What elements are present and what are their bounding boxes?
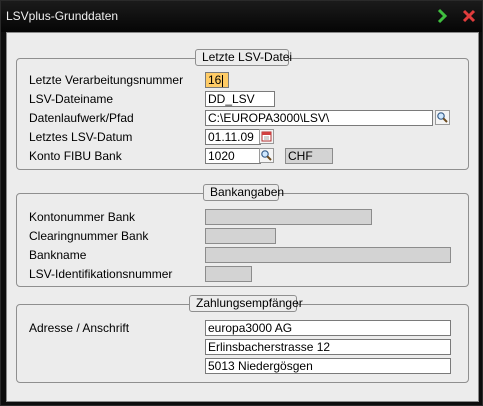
magnifier-icon[interactable] [435, 110, 450, 125]
adresse-zeile3-field[interactable]: 5013 Niedergösgen [205, 358, 451, 374]
label-kontonummer: Kontonummer Bank [29, 210, 136, 224]
clearing-field[interactable] [205, 228, 276, 244]
pfad-field[interactable]: C:\EUROPA3000\LSV\ [205, 110, 433, 126]
waehrung-field: CHF [285, 148, 333, 164]
group-legend-letzte-lsv-datei: Letzte LSV-Datei [195, 49, 292, 66]
adresse-zeile1-field[interactable]: europa3000 AG [205, 320, 451, 336]
window-title: LSVplus-Grunddaten [6, 9, 119, 23]
label-pfad: Datenlaufwerk/Pfad [29, 111, 134, 125]
dialog-window: LSVplus-Grunddaten Letzte LSV-Datei Letz… [0, 0, 483, 406]
adresse-zeile2-field[interactable]: Erlinsbacherstrasse 12 [205, 339, 451, 355]
title-bar[interactable]: LSVplus-Grunddaten [1, 1, 482, 32]
datum-field[interactable]: 01.11.09 [205, 129, 261, 145]
label-lsv-id: LSV-Identifikationsnummer [29, 267, 173, 281]
magnifier-icon[interactable] [259, 148, 274, 163]
group-legend-zahlungsempfaenger: Zahlungsempfänger [189, 295, 303, 312]
label-bankname: Bankname [29, 248, 87, 262]
label-clearing: Clearingnummer Bank [29, 229, 149, 243]
kontonummer-field[interactable] [205, 209, 372, 225]
dateiname-field[interactable]: DD_LSV [205, 91, 275, 107]
label-dateiname: LSV-Dateiname [29, 92, 114, 106]
konto-field[interactable]: 1020 [205, 148, 261, 164]
bankname-field[interactable] [205, 247, 451, 263]
label-datum: Letztes LSV-Datum [29, 130, 133, 144]
text-caret [222, 74, 224, 87]
dialog-content: Letzte LSV-Datei Letzte Verarbeitungsnum… [6, 32, 479, 402]
group-legend-bankangaben: Bankangaben [203, 184, 284, 201]
close-icon[interactable] [460, 7, 478, 25]
lsv-id-field[interactable] [205, 266, 252, 282]
label-verarbeitungsnummer: Letzte Verarbeitungsnummer [29, 73, 184, 87]
chevron-right-icon[interactable] [433, 7, 451, 25]
label-konto: Konto FIBU Bank [29, 149, 122, 163]
verarbeitungsnummer-value: 16 [208, 73, 222, 87]
verarbeitungsnummer-field[interactable]: 16 [205, 72, 229, 88]
label-adresse: Adresse / Anschrift [29, 321, 130, 335]
calendar-icon[interactable] [259, 129, 274, 144]
